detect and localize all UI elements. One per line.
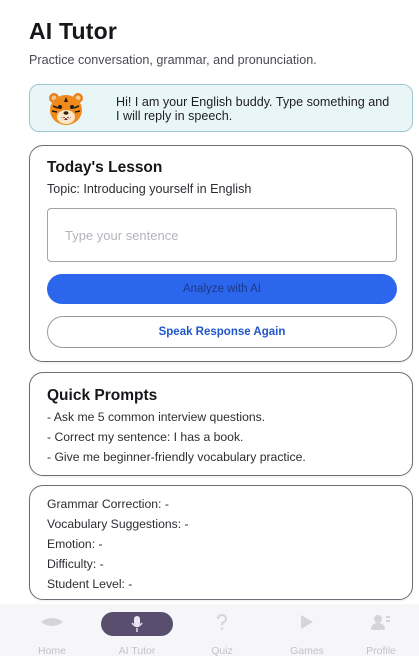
lesson-topic: Topic: Introducing yourself in English: [47, 182, 252, 196]
quick-prompts-card: Quick Prompts - Ask me 5 common intervie…: [29, 372, 413, 476]
analysis-card: Grammar Correction: - Vocabulary Suggest…: [29, 485, 413, 600]
question-mark-icon: [217, 614, 228, 630]
header: AI Tutor Practice conversation, grammar,…: [29, 18, 409, 67]
quick-prompt-item[interactable]: - Correct my sentence: I has a book.: [47, 431, 306, 444]
nav-label-quiz: Quiz: [211, 645, 233, 657]
greeting-message: Hi! I am your English buddy. Type someth…: [116, 95, 390, 123]
nav-label-games: Games: [290, 645, 324, 657]
nav-label-profile: Profile: [366, 645, 396, 657]
tiger-face-icon: [49, 93, 83, 125]
nav-item-quiz[interactable]: Quiz: [184, 604, 260, 657]
emotion-row: Emotion: -: [47, 537, 103, 551]
microphone-icon: [131, 616, 143, 632]
greeting-bubble: Hi! I am your English buddy. Type someth…: [29, 84, 413, 132]
page-subtitle: Practice conversation, grammar, and pron…: [29, 53, 317, 67]
vocabulary-suggestions-row: Vocabulary Suggestions: -: [47, 517, 189, 531]
sentence-input[interactable]: [47, 208, 397, 262]
student-level-row: Student Level: -: [47, 577, 133, 591]
profile-icon: [371, 615, 390, 630]
analysis-rows: Grammar Correction: - Vocabulary Suggest…: [47, 498, 189, 598]
lesson-card: Today's Lesson Topic: Introducing yourse…: [29, 145, 413, 362]
speak-again-button[interactable]: Speak Response Again: [47, 316, 397, 348]
nav-item-profile[interactable]: Profile: [343, 604, 419, 657]
bottom-nav: Home AI Tutor Quiz Games Profile: [0, 604, 419, 657]
quick-prompt-item[interactable]: - Ask me 5 common interview questions.: [47, 411, 306, 424]
quick-prompts-list: - Ask me 5 common interview questions. -…: [47, 411, 306, 471]
nav-item-home[interactable]: Home: [14, 604, 90, 657]
quick-prompt-item[interactable]: - Give me beginner-friendly vocabulary p…: [47, 451, 306, 464]
quick-prompts-heading: Quick Prompts: [47, 387, 158, 404]
nav-item-ai-tutor[interactable]: AI Tutor: [99, 604, 175, 657]
lesson-heading: Today's Lesson: [47, 159, 163, 176]
nav-label-home: Home: [37, 645, 66, 657]
analyze-button[interactable]: Analyze with AI: [47, 274, 397, 304]
nav-label-ai-tutor: AI Tutor: [118, 645, 156, 657]
home-icon: [41, 618, 63, 626]
play-icon: [301, 615, 313, 629]
nav-item-games[interactable]: Games: [269, 604, 345, 657]
page-title: AI Tutor: [29, 18, 118, 44]
grammar-correction-row: Grammar Correction: -: [47, 497, 169, 511]
difficulty-row: Difficulty: -: [47, 557, 104, 571]
